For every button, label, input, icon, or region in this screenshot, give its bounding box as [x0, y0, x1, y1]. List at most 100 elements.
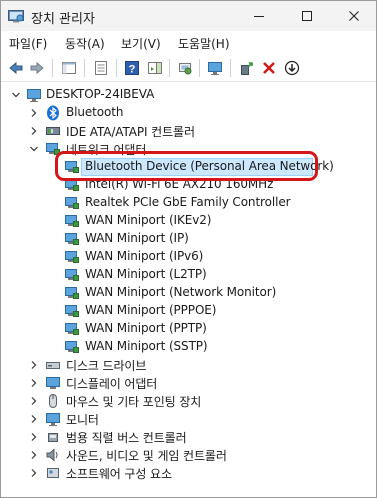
toolbar-separator — [116, 59, 117, 77]
tree-root[interactable]: DESKTOP-24IBEVA — [1, 86, 376, 104]
device-tree: DESKTOP-24IBEVA Bluetooth IDE ATA/ATAPI … — [1, 82, 376, 497]
mouse-icon — [49, 394, 57, 408]
speaker-icon — [46, 448, 58, 462]
category-label: 디스플레이 어댑터 — [66, 377, 158, 391]
menu-help[interactable]: 도움말(H) — [178, 35, 230, 52]
network-device-row[interactable]: Realtek PCIe GbE Family Controller — [1, 194, 376, 212]
delete-x-icon — [263, 62, 275, 74]
chevron-right-icon[interactable] — [29, 108, 39, 118]
help-icon: ? — [125, 61, 139, 76]
category-ide[interactable]: IDE ATA/ATAPI 컨트롤러 — [1, 122, 376, 140]
back-arrow-icon — [9, 61, 23, 75]
category-bluetooth[interactable]: Bluetooth — [1, 104, 376, 122]
chevron-right-icon[interactable] — [29, 360, 39, 370]
network-device-row[interactable]: WAN Miniport (PPPOE) — [1, 302, 376, 320]
uninstall-device-button[interactable] — [259, 58, 279, 78]
highlight-annotation — [55, 151, 318, 181]
properties-button[interactable] — [91, 58, 111, 78]
network-device-label: WAN Miniport (IPv6) — [85, 249, 204, 263]
network-adapter-icon — [65, 341, 79, 353]
network-adapter-icon — [65, 197, 79, 209]
network-adapter-icon — [65, 215, 79, 227]
category-usb-controllers[interactable]: 범용 직렬 버스 컨트롤러 — [1, 428, 376, 446]
category-label: 마우스 및 기타 포인팅 장치 — [66, 395, 202, 409]
update-driver-icon — [241, 62, 253, 75]
network-device-label: WAN Miniport (IKEv2) — [85, 213, 212, 227]
category-label: IDE ATA/ATAPI 컨트롤러 — [66, 125, 195, 139]
chevron-right-icon[interactable] — [29, 378, 39, 388]
toolbar-separator — [52, 59, 53, 77]
network-device-row[interactable]: WAN Miniport (Network Monitor) — [1, 284, 376, 302]
chevron-right-icon[interactable] — [29, 450, 39, 460]
device-manager-window: 장치 관리자 파일(F) 동작(A) 보기(V) 도움말(H) ? DESKTO… — [0, 0, 377, 498]
monitor-icon — [46, 413, 60, 426]
network-adapter-icon — [65, 287, 79, 299]
back-button[interactable] — [6, 58, 26, 78]
usb-icon — [48, 433, 58, 442]
category-label: 소프트웨어 구성 요소 — [66, 467, 172, 481]
network-device-label: WAN Miniport (L2TP) — [85, 267, 207, 281]
bluetooth-icon — [47, 105, 59, 121]
chevron-down-icon[interactable] — [11, 90, 21, 100]
category-display-adapters[interactable]: 디스플레이 어댑터 — [1, 374, 376, 392]
maximize-icon — [302, 11, 312, 21]
category-disk-drives[interactable]: 디스크 드라이브 — [1, 356, 376, 374]
category-software-components[interactable]: 소프트웨어 구성 요소 — [1, 464, 376, 482]
software-component-icon — [47, 468, 59, 478]
chevron-down-icon[interactable] — [29, 144, 39, 154]
close-button[interactable] — [331, 1, 376, 31]
network-device-label: WAN Miniport (PPPOE) — [85, 303, 217, 317]
disable-device-button[interactable] — [282, 58, 302, 78]
category-label: 디스크 드라이브 — [66, 359, 147, 373]
update-driver-button[interactable] — [236, 58, 256, 78]
toolbar: ? — [1, 55, 376, 82]
svg-text:?: ? — [129, 64, 136, 76]
category-monitors[interactable]: 모니터 — [1, 410, 376, 428]
network-device-row[interactable]: WAN Miniport (IP) — [1, 230, 376, 248]
toolbar-separator — [230, 59, 231, 77]
action-pane-icon — [148, 62, 162, 74]
display-adapter-icon — [46, 377, 60, 389]
chevron-right-icon[interactable] — [29, 414, 39, 424]
action-pane-button[interactable] — [145, 58, 165, 78]
ide-controller-icon — [46, 127, 60, 135]
network-device-label: WAN Miniport (PPTP) — [85, 321, 207, 335]
menu-view[interactable]: 보기(V) — [121, 35, 161, 52]
chevron-right-icon[interactable] — [29, 396, 39, 406]
help-button[interactable]: ? — [122, 58, 142, 78]
maximize-button[interactable] — [284, 1, 330, 31]
scan-hardware-button[interactable] — [175, 58, 195, 78]
category-label: Bluetooth — [66, 105, 124, 119]
category-label: 모니터 — [66, 413, 99, 427]
network-device-label: WAN Miniport (Network Monitor) — [85, 285, 277, 299]
network-device-label: WAN Miniport (SSTP) — [85, 339, 208, 353]
network-device-label: WAN Miniport (IP) — [85, 231, 189, 245]
category-mice[interactable]: 마우스 및 기타 포인팅 장치 — [1, 392, 376, 410]
properties-icon — [95, 61, 107, 75]
network-device-row[interactable]: WAN Miniport (IPv6) — [1, 248, 376, 266]
network-adapter-icon — [65, 323, 79, 335]
network-adapter-icon — [65, 269, 79, 281]
network-device-row[interactable]: WAN Miniport (IKEv2) — [1, 212, 376, 230]
scan-hardware-icon — [179, 63, 192, 75]
network-device-row[interactable]: WAN Miniport (SSTP) — [1, 338, 376, 356]
download-circle-icon — [284, 60, 300, 76]
toolbar-separator — [199, 59, 200, 77]
category-sound-video-game[interactable]: 사운드, 비디오 및 게임 컨트롤러 — [1, 446, 376, 464]
chevron-right-icon[interactable] — [29, 468, 39, 478]
chevron-right-icon[interactable] — [29, 432, 39, 442]
menu-bar: 파일(F) 동작(A) 보기(V) 도움말(H) — [1, 32, 376, 54]
show-hide-console-button[interactable] — [59, 58, 79, 78]
network-device-row[interactable]: WAN Miniport (L2TP) — [1, 266, 376, 284]
network-device-row[interactable]: WAN Miniport (PPTP) — [1, 320, 376, 338]
chevron-right-icon[interactable] — [29, 126, 39, 136]
minimize-icon — [254, 16, 264, 17]
forward-button[interactable] — [27, 58, 47, 78]
console-tree-icon — [62, 62, 76, 74]
menu-file[interactable]: 파일(F) — [9, 35, 47, 52]
device-manager-icon — [8, 10, 24, 23]
display-devices-button[interactable] — [205, 58, 225, 78]
minimize-button[interactable] — [236, 1, 282, 31]
forward-arrow-icon — [30, 61, 44, 75]
menu-action[interactable]: 동작(A) — [65, 35, 105, 52]
